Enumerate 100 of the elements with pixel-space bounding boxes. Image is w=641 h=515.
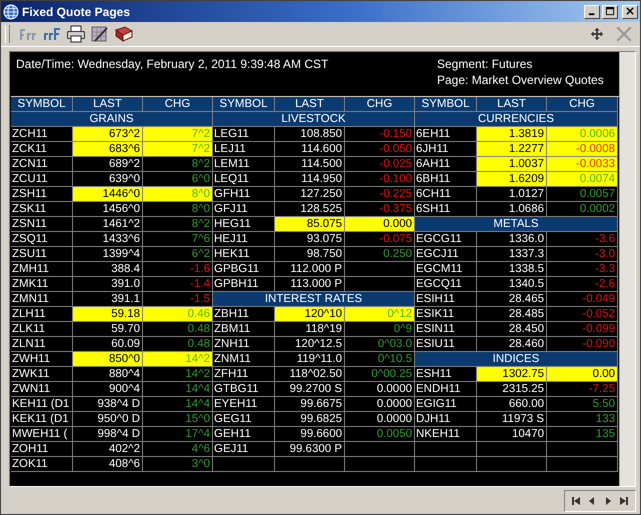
change-cell: -0.0008 <box>547 142 617 157</box>
last-cell: 93.075 <box>275 232 345 247</box>
last-cell: 118^19 <box>275 322 345 337</box>
last-cell: 28.465 <box>477 292 547 307</box>
change-cell: 4^6 <box>143 442 212 457</box>
last-cell: 950^0 D <box>73 412 143 427</box>
symbol-cell: ESIH11 <box>415 292 477 307</box>
last-cell: 1399^4 <box>73 247 143 262</box>
last-cell: 99.6825 <box>275 412 345 427</box>
symbol-cell: ESIK11 <box>415 307 477 322</box>
last-cell: 391.0 <box>73 277 143 292</box>
change-cell: 7^2 <box>143 127 212 142</box>
last-cell: 850^0 <box>73 352 143 367</box>
change-cell: 14^2 <box>143 367 212 382</box>
last-cell: 1302.75 <box>477 367 547 382</box>
table-cell <box>275 457 345 472</box>
table-cell <box>477 442 547 457</box>
change-cell: -1.6 <box>143 262 212 277</box>
change-cell: 0.46 <box>143 307 212 322</box>
change-cell: -0.100 <box>345 172 414 187</box>
change-cell: 0^9 <box>345 322 414 337</box>
previous-page-icon[interactable] <box>587 496 597 506</box>
change-cell: 15^0 <box>143 412 212 427</box>
symbol-cell: ZMN11 <box>11 292 73 307</box>
book-icon[interactable] <box>114 25 134 43</box>
last-cell: 1337.3 <box>477 247 547 262</box>
symbol-cell: GTBG11 <box>213 382 275 397</box>
column-header: SYMBOL <box>213 97 275 112</box>
section-header: CURRENCIES <box>415 112 617 127</box>
last-cell: 11973 S <box>477 412 547 427</box>
globe-icon <box>3 4 19 20</box>
printer-icon[interactable] <box>66 25 86 43</box>
last-cell: 28.485 <box>477 307 547 322</box>
next-page-icon[interactable] <box>603 496 613 506</box>
change-cell: 0.000 <box>345 217 414 232</box>
change-cell: -7.25 <box>547 382 617 397</box>
last-cell: 59.70 <box>73 322 143 337</box>
close-button[interactable] <box>622 4 638 18</box>
symbol-cell: GPBG11 <box>213 262 275 277</box>
change-cell: 0.00 <box>547 367 617 382</box>
symbol-cell: EGCQ11 <box>415 277 477 292</box>
font-size-icon[interactable] <box>42 25 62 43</box>
last-cell: 1.6209 <box>477 172 547 187</box>
change-cell: 0.0057 <box>547 187 617 202</box>
move-icon[interactable] <box>590 27 604 41</box>
column-header: CHG <box>547 97 617 112</box>
change-cell: 0.0000 <box>345 397 414 412</box>
symbol-cell: KEK11 (D1 <box>11 412 73 427</box>
first-page-icon[interactable] <box>571 496 581 506</box>
maximize-button[interactable] <box>602 4 618 18</box>
change-cell: 0.0000 <box>345 412 414 427</box>
change-cell: 0^03.0 <box>345 337 414 352</box>
symbol-cell: LEM11 <box>213 157 275 172</box>
change-cell: 6^2 <box>143 247 212 262</box>
last-cell: 1338.5 <box>477 262 547 277</box>
last-cell: 114.950 <box>275 172 345 187</box>
section-header: LIVESTOCK <box>213 112 414 127</box>
last-cell: 99.6300 P <box>275 442 345 457</box>
change-cell: 0^12 <box>345 307 414 322</box>
symbol-cell: EGCG11 <box>415 232 477 247</box>
close-icon <box>626 7 634 16</box>
symbol-cell: ZSN11 <box>11 217 73 232</box>
page-text: Page: Market Overview Quotes <box>437 72 605 88</box>
change-cell: 14^4 <box>143 382 212 397</box>
symbol-cell: ZSU11 <box>11 247 73 262</box>
change-cell: 8^0 <box>143 187 212 202</box>
symbol-cell: ZFH11 <box>213 367 275 382</box>
symbol-cell: ZCU11 <box>11 172 73 187</box>
change-cell: 0^10.5 <box>345 352 414 367</box>
last-cell: 114.600 <box>275 142 345 157</box>
change-cell: -0.075 <box>345 232 414 247</box>
symbol-cell: HEK11 <box>213 247 275 262</box>
change-cell: 8^2 <box>143 157 212 172</box>
symbol-cell: GFJ11 <box>213 202 275 217</box>
change-cell: 0^00.25 <box>345 367 414 382</box>
last-cell: 388.4 <box>73 262 143 277</box>
last-cell: 998^4 D <box>73 427 143 442</box>
last-cell: 900^4 <box>73 382 143 397</box>
scrollbar-track[interactable] <box>619 52 635 486</box>
last-cell: 2315.25 <box>477 382 547 397</box>
last-page-icon[interactable] <box>619 496 629 506</box>
minimize-button[interactable] <box>584 4 600 18</box>
symbol-cell: LEG11 <box>213 127 275 142</box>
last-cell: 683^6 <box>73 142 143 157</box>
change-cell: -0.049 <box>547 292 617 307</box>
last-cell: 689^2 <box>73 157 143 172</box>
change-cell: -0.150 <box>345 127 414 142</box>
last-cell: 1.0037 <box>477 157 547 172</box>
last-cell: 402^2 <box>73 442 143 457</box>
change-cell: 0.250 <box>345 247 414 262</box>
last-cell: 1.2277 <box>477 142 547 157</box>
last-cell: 673^2 <box>73 127 143 142</box>
column-header: LAST <box>73 97 143 112</box>
last-cell: 1336.0 <box>477 232 547 247</box>
symbol-cell: HEJ11 <box>213 232 275 247</box>
section-header: METALS <box>415 217 617 232</box>
change-cell: 0.0000 <box>345 382 414 397</box>
last-cell: 1456^0 <box>73 202 143 217</box>
segment-text: Segment: Futures <box>437 56 534 72</box>
change-cell: 8^2 <box>143 217 212 232</box>
